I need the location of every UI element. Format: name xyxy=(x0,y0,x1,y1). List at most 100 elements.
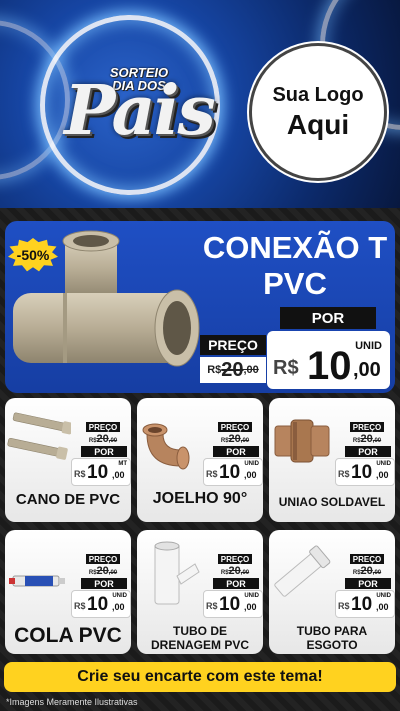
new-price: UNID R$ 10,00 xyxy=(335,458,395,486)
old-price: R$ 20,00 xyxy=(347,565,387,577)
featured-old-price: R$ 20 ,00 xyxy=(200,357,266,383)
pvc-pipe-image xyxy=(7,412,71,460)
featured-new-price: UNID R$ 10 ,00 xyxy=(267,331,390,389)
featured-preco-label: PREÇO xyxy=(200,335,266,355)
brand-line-1: Sua Logo xyxy=(272,83,364,106)
new-price-cents: ,00 xyxy=(244,470,257,480)
product-card[interactable]: PREÇO R$ 20,00 POR MT R$ 10,00 CANO DE PVC xyxy=(5,398,131,522)
product-card[interactable]: PREÇO R$ 20,00 POR UNID R$ 10,00 COLA PVC xyxy=(5,530,131,654)
old-price-cents: ,00 xyxy=(240,438,250,444)
new-price-value: 10 xyxy=(219,594,241,615)
currency: R$ xyxy=(338,469,350,479)
preco-label: PREÇO xyxy=(218,554,252,564)
currency: R$ xyxy=(220,438,229,444)
por-label: POR xyxy=(345,446,391,457)
header-banner: SORTEIO DIA DOS Pais Sua Logo Aqui xyxy=(0,0,400,208)
new-price-cents: ,00 xyxy=(376,470,389,480)
new-price: UNID R$ 10,00 xyxy=(203,458,263,486)
union-fitting-image xyxy=(274,419,330,463)
old-price-value: 20 xyxy=(221,358,244,381)
product-card[interactable]: PREÇO R$ 20,00 POR UNID R$ 10,00 JOELHO 90° xyxy=(137,398,263,522)
currency: R$ xyxy=(74,601,86,611)
unit-label: UNID xyxy=(376,593,391,599)
old-price-cents: ,00 xyxy=(108,570,118,576)
brand-line-2: Aqui xyxy=(286,108,350,140)
product-name: TUBO PARA ESGOTO xyxy=(296,624,368,652)
product-name: JOELHO 90° xyxy=(152,490,248,507)
new-price-value: 10 xyxy=(351,462,373,483)
unit-label: UNID xyxy=(355,340,382,352)
new-price: UNID R$ 10,00 xyxy=(203,590,263,618)
new-price-value: 10 xyxy=(307,344,352,388)
new-price-cents: ,00 xyxy=(112,470,125,480)
old-price: R$ 20,00 xyxy=(215,565,255,577)
preco-label: PREÇO xyxy=(218,422,252,432)
currency: R$ xyxy=(273,357,299,379)
logo-title: Pais xyxy=(64,71,215,151)
currency: R$ xyxy=(88,438,97,444)
elbow-fitting-image xyxy=(142,423,190,470)
new-price-value: 10 xyxy=(87,594,109,615)
currency: R$ xyxy=(88,570,97,576)
por-label: POR xyxy=(81,446,127,457)
old-price-value: 20 xyxy=(228,433,241,445)
old-price-value: 20 xyxy=(228,565,241,577)
currency: R$ xyxy=(207,364,222,376)
unit-label: UNID xyxy=(112,593,127,599)
currency: R$ xyxy=(352,438,361,444)
unit-label: MT xyxy=(118,461,127,467)
product-card[interactable]: PREÇO R$ 20,00 POR UNID R$ 10,00 UNIAO SOLD… xyxy=(269,398,395,522)
new-price-cents: ,00 xyxy=(112,602,125,612)
product-card[interactable]: PREÇO R$ 20,00 POR UNID R$ 10,00 TUBO PARA … xyxy=(269,530,395,654)
old-price-value: 20 xyxy=(360,433,373,445)
old-price: R$ 20,00 xyxy=(347,433,387,445)
product-name: UNIAO SOLDAVEL xyxy=(278,495,386,509)
featured-por-label: POR xyxy=(280,307,376,329)
unit-label: UNID xyxy=(244,593,259,599)
preco-label: PREÇO xyxy=(350,554,384,564)
product-name: COLA PVC xyxy=(14,624,122,647)
new-price: MT R$ 10,00 xyxy=(71,458,131,486)
product-card[interactable]: PREÇO R$ 20,00 POR UNID R$ 10,00 TUBO DE DR… xyxy=(137,530,263,654)
new-price-cents: ,00 xyxy=(353,359,381,381)
featured-title: CONEXÃO T PVC xyxy=(202,230,388,301)
preco-label: PREÇO xyxy=(350,422,384,432)
product-name: CANO DE PVC xyxy=(15,491,121,508)
old-price: R$ 20,00 xyxy=(83,565,123,577)
product-name: TUBO DE DRENAGEM PVC xyxy=(151,624,250,652)
new-price: UNID R$ 10,00 xyxy=(71,590,131,618)
brand-logo-placeholder[interactable]: Sua Logo Aqui xyxy=(249,43,387,181)
old-price-value: 20 xyxy=(96,565,109,577)
new-price-value: 10 xyxy=(87,462,109,483)
por-label: POR xyxy=(213,446,259,457)
pvc-glue-tube-image xyxy=(9,575,65,587)
currency: R$ xyxy=(338,601,350,611)
por-label: POR xyxy=(213,578,259,589)
por-label: POR xyxy=(345,578,391,589)
currency: R$ xyxy=(220,570,229,576)
por-label: POR xyxy=(81,578,127,589)
currency: R$ xyxy=(206,469,218,479)
currency: R$ xyxy=(206,601,218,611)
old-price-value: 20 xyxy=(360,565,373,577)
disclaimer-text: *Imagens Meramente Ilustrativas xyxy=(6,697,138,707)
old-price: R$ 20,00 xyxy=(83,433,123,445)
new-price-value: 10 xyxy=(351,594,373,615)
new-price-cents: ,00 xyxy=(376,602,389,612)
old-price-cents: ,00 xyxy=(108,438,118,444)
currency: R$ xyxy=(74,469,86,479)
new-price-value: 10 xyxy=(219,462,241,483)
sewer-pipe-image xyxy=(274,545,331,597)
drainage-tee-image xyxy=(154,541,200,605)
currency: R$ xyxy=(352,570,361,576)
preco-label: PREÇO xyxy=(86,422,120,432)
unit-label: UNID xyxy=(244,461,259,467)
cta-button[interactable]: Crie seu encarte com este tema! xyxy=(4,662,396,692)
old-price: R$ 20,00 xyxy=(215,433,255,445)
preco-label: PREÇO xyxy=(86,554,120,564)
new-price-cents: ,00 xyxy=(244,602,257,612)
old-price-value: 20 xyxy=(96,433,109,445)
old-price-cents: ,00 xyxy=(243,364,259,376)
unit-label: UNID xyxy=(376,461,391,467)
old-price-cents: ,00 xyxy=(240,570,250,576)
